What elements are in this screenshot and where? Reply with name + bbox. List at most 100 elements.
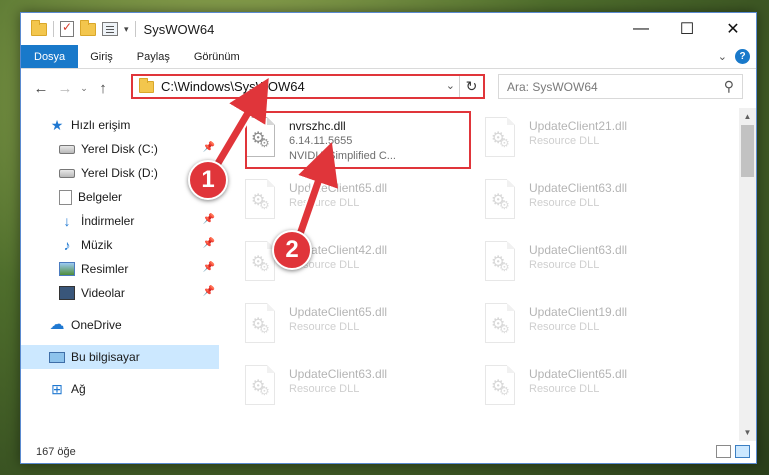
sidebar-item-pictures[interactable]: Resimler 📌 (21, 257, 219, 281)
scroll-up-icon[interactable]: ▲ (739, 108, 756, 125)
file-name: UpdateClient63.dll (529, 243, 628, 257)
file-item[interactable]: ⚙ ⚙ UpdateClient65.dll Resource DLL (241, 301, 469, 355)
forward-arrow-icon[interactable]: → (53, 80, 77, 97)
file-description: Resource DLL (289, 321, 360, 333)
sidebar-item-this-pc[interactable]: Bu bilgisayar (21, 345, 219, 369)
file-name: UpdateClient65.dll (289, 305, 388, 319)
file-description: Resource DLL (529, 135, 600, 147)
dll-file-icon: ⚙ ⚙ (481, 241, 521, 287)
divider (134, 21, 136, 37)
ribbon-right-controls: ⌄ ? (718, 49, 750, 64)
tab-view[interactable]: Görünüm (182, 45, 252, 68)
address-path[interactable]: C:\Windows\SysWOW64 (161, 79, 305, 94)
sidebar-item-quick-access[interactable]: ★ Hızlı erişim (21, 113, 219, 137)
music-icon: ♪ (63, 237, 71, 253)
details-view-icon[interactable] (716, 445, 731, 458)
help-icon[interactable]: ? (735, 49, 750, 64)
file-item[interactable]: ⚙ ⚙ UpdateClient21.dll Resource DLL (481, 115, 709, 169)
quick-access-toolbar: ▾ (21, 19, 136, 37)
sidebar-item-label: Hızlı erişim (71, 118, 131, 132)
properties-check-icon[interactable] (60, 20, 74, 37)
tab-home[interactable]: Giriş (78, 45, 125, 68)
navigation-pane: ★ Hızlı erişim Yerel Disk (C:) 📌 Yerel D… (21, 108, 219, 441)
sidebar-item-downloads[interactable]: ↓ İndirmeler 📌 (21, 209, 219, 233)
file-description: Resource DLL (289, 383, 360, 395)
sidebar-item-label: Resimler (81, 262, 129, 276)
file-description: Resource DLL (529, 383, 600, 395)
drive-icon (59, 168, 75, 178)
computer-icon (49, 351, 65, 363)
file-description: Resource DLL (529, 197, 600, 209)
pin-icon[interactable]: 📌 (203, 238, 215, 249)
navigation-bar: ← → ⌄ ↑ C:\Windows\SysWOW64 ⌄ ↻ Ara: Sys… (21, 69, 756, 107)
file-item[interactable]: ⚙ ⚙ UpdateClient65.dll Resource DLL (241, 177, 469, 231)
folder-icon (31, 19, 47, 36)
sidebar-item-label: Yerel Disk (C:) (81, 142, 158, 156)
sidebar-item-label: Videolar (81, 286, 125, 300)
back-arrow-icon[interactable]: ← (29, 80, 53, 97)
dll-file-icon: ⚙ ⚙ (481, 365, 521, 411)
sidebar-item-label: Belgeler (78, 190, 123, 204)
sidebar-item-local-disk-c[interactable]: Yerel Disk (C:) 📌 (21, 137, 219, 161)
divider (53, 21, 54, 37)
address-dropdown-icon[interactable]: ⌄ (446, 79, 455, 92)
up-arrow-icon[interactable]: ↑ (91, 80, 115, 97)
dll-file-icon: ⚙ ⚙ (481, 179, 521, 225)
dll-file-icon: ⚙ ⚙ (481, 117, 521, 163)
search-placeholder: Ara: SysWOW64 (507, 79, 598, 94)
drive-icon (59, 144, 75, 154)
ribbon-tabs: Dosya Giriş Paylaş Görünüm ⌄ ? (21, 45, 756, 69)
sidebar-item-videos[interactable]: Videolar 📌 (21, 281, 219, 305)
pin-icon[interactable]: 📌 (203, 286, 215, 297)
scrollbar-thumb[interactable] (741, 125, 754, 177)
file-description: Resource DLL (529, 321, 600, 333)
tab-share[interactable]: Paylaş (125, 45, 182, 68)
file-item[interactable]: ⚙ ⚙ UpdateClient19.dll Resource DLL (481, 301, 709, 355)
file-name: UpdateClient19.dll (529, 305, 628, 319)
sidebar-item-network[interactable]: ⊞ Ağ (21, 377, 219, 401)
sidebar-item-label: OneDrive (71, 318, 122, 332)
file-item[interactable]: ⚙ ⚙ UpdateClient63.dll Resource DLL (481, 177, 709, 231)
search-input[interactable]: Ara: SysWOW64 ⚲ (498, 74, 743, 99)
sidebar-item-onedrive[interactable]: ☁ OneDrive (21, 313, 219, 337)
close-button[interactable]: ✕ (710, 13, 756, 45)
file-name: UpdateClient21.dll (529, 119, 628, 133)
documents-icon (59, 189, 72, 205)
step-badge-2: 2 (272, 230, 312, 270)
dll-file-icon: ⚙ ⚙ (241, 179, 281, 225)
pin-icon[interactable]: 📌 (203, 214, 215, 225)
tab-file[interactable]: Dosya (21, 45, 79, 68)
sidebar-item-label: Ağ (71, 382, 86, 396)
refresh-icon[interactable]: ↻ (459, 76, 483, 97)
address-bar[interactable]: C:\Windows\SysWOW64 ⌄ ↻ (131, 74, 485, 99)
vertical-scrollbar[interactable]: ▲ ▼ (739, 108, 756, 441)
view-switcher (716, 445, 750, 458)
minimize-button[interactable]: — (618, 13, 664, 45)
customize-toolbar-dropdown-icon[interactable]: ▾ (124, 24, 129, 35)
expand-ribbon-chevron-icon[interactable]: ⌄ (718, 50, 727, 63)
recent-locations-dropdown-icon[interactable]: ⌄ (77, 83, 91, 94)
file-item[interactable]: ⚙ ⚙ UpdateClient65.dll Resource DLL (481, 363, 709, 417)
window-controls: — ☐ ✕ (618, 13, 756, 45)
step-badge-1: 1 (188, 160, 228, 200)
pin-icon[interactable]: 📌 (203, 142, 215, 153)
sidebar-item-music[interactable]: ♪ Müzik 📌 (21, 233, 219, 257)
file-name: UpdateClient63.dll (289, 367, 388, 381)
title-bar: ▾ SysWOW64 — ☐ ✕ (21, 13, 756, 45)
file-item[interactable]: ⚙ ⚙ UpdateClient63.dll Resource DLL (241, 363, 469, 417)
scroll-down-icon[interactable]: ▼ (739, 424, 756, 441)
file-item[interactable]: ⚙ ⚙ UpdateClient63.dll Resource DLL (481, 239, 709, 293)
window-title: SysWOW64 (143, 21, 215, 37)
file-explorer-window: ▾ SysWOW64 — ☐ ✕ Dosya Giriş Paylaş Görü… (20, 12, 757, 464)
file-description: Resource DLL (529, 259, 600, 271)
properties-icon[interactable] (102, 22, 118, 36)
new-folder-icon[interactable] (80, 19, 96, 36)
tiles-view-icon[interactable] (735, 445, 750, 458)
sidebar-item-label: Müzik (81, 238, 113, 252)
status-bar: 167 öğe (21, 441, 756, 463)
file-name: UpdateClient63.dll (529, 181, 628, 195)
maximize-button[interactable]: ☐ (664, 13, 710, 45)
file-name: UpdateClient65.dll (289, 181, 388, 195)
search-icon[interactable]: ⚲ (724, 78, 734, 95)
pin-icon[interactable]: 📌 (203, 262, 215, 273)
